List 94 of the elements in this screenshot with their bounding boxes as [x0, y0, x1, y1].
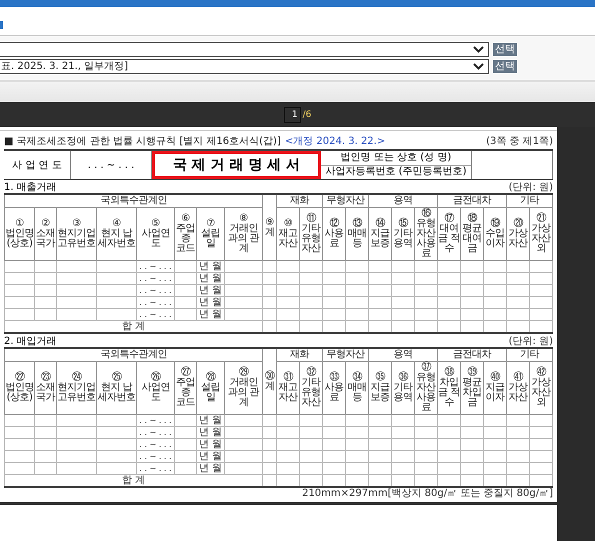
column-header: ④ 현지 납세자번호 [96, 208, 136, 260]
column-group-header: 용역 [368, 348, 438, 362]
table-cell: . . ~ . . . [136, 426, 174, 438]
column-header: ⑱ 평균 대여금 [460, 208, 484, 260]
page-total: /6 [302, 110, 312, 120]
table-cell: 년 월 [196, 308, 224, 320]
column-header: ㉚ 계 [262, 348, 276, 414]
column-group-header: 금전대차 [438, 194, 506, 208]
table-cell: . . ~ . . . [136, 296, 174, 308]
total-label: 합 계 [4, 320, 262, 333]
column-header: ㊶ 가상 자산 [506, 362, 530, 414]
table-cell: . . ~ . . . [136, 272, 174, 284]
table-cell: 년 월 [196, 414, 224, 426]
field-label: 법인명 또는 상호 (성 명) [340, 151, 452, 164]
column-header: ㉒ 법인명 (상호) [4, 362, 34, 414]
column-header: ⑰ 대여금 적수 [438, 208, 460, 260]
section-title: 1. 매출거래 [4, 182, 57, 193]
dropdown-field[interactable] [0, 42, 489, 57]
table-cell: . . ~ . . . [136, 284, 174, 296]
amendment-date: <개정 2024. 3. 22.> [284, 136, 386, 147]
table-cell: 년 월 [196, 260, 224, 272]
column-header: ⑭ 지급 보증 [368, 208, 392, 260]
column-header: ⑨ 계 [262, 194, 276, 260]
unit-label: (단위: 원) [508, 336, 553, 347]
column-header: ⑩ 재고 자산 [276, 208, 300, 260]
page-number-field[interactable]: 1 [284, 106, 301, 122]
column-header: ㉕ 현지 납세자번호 [96, 362, 136, 414]
column-header: ⑦ 설립일 [196, 208, 224, 260]
table-cell: . . ~ . . . [136, 260, 174, 272]
column-header: ㉞ 매매 등 [346, 362, 368, 414]
column-group-header: 용역 [368, 194, 438, 208]
column-header: ⑬ 매매 등 [346, 208, 368, 260]
column-group-header: 국외특수관계인 [4, 348, 262, 362]
column-header: ㉘ 설립일 [196, 362, 224, 414]
column-header: ㊳ 차입금 적수 [438, 362, 460, 414]
chevron-down-icon [473, 46, 484, 53]
column-header: ㊲ 유형 자산 사용료 [414, 362, 438, 414]
column-header: ⑲ 수입 이자 [484, 208, 506, 260]
column-header: ⑯ 유형 자산 사용료 [414, 208, 438, 260]
select-button[interactable]: 선택 [493, 43, 517, 56]
paper-size-note: 210mm×297mm[백상지 80g/㎡ 또는 중질지 80g/㎡] [301, 488, 553, 499]
table-cell: 년 월 [196, 450, 224, 462]
column-group-header: 기타 [506, 348, 552, 362]
column-group-header: 재화 [276, 194, 322, 208]
column-header: ③ 현지기업 고유번호 [56, 208, 96, 260]
field-label: 사업자등록번호 (주민등록번호) [321, 164, 471, 179]
column-header: ㊵ 지급 이자 [484, 362, 506, 414]
select-button[interactable]: 선택 [493, 60, 517, 73]
table-cell: 년 월 [196, 462, 224, 474]
table-cell: . . ~ . . . [136, 462, 174, 474]
column-group-header: 무형자산 [322, 194, 368, 208]
column-header: ㉜ 기타 유형 자산 [300, 362, 322, 414]
field-label: 사 업 연 도 [4, 151, 71, 179]
column-group-header: 무형자산 [322, 348, 368, 362]
column-header: ⑳ 가상 자산 [506, 208, 530, 260]
column-group-header: 금전대차 [438, 348, 506, 362]
column-header: ㉛ 재고 자산 [276, 362, 300, 414]
column-header: ㉓ 소재 국가 [34, 362, 56, 414]
column-header: ⑥ 주업종 코드 [174, 208, 196, 260]
column-header: ㉝ 사용료 [322, 362, 346, 414]
table-cell: 년 월 [196, 272, 224, 284]
column-header: ㊴ 평균 차입금 [460, 362, 484, 414]
column-header: ⑫ 사용료 [322, 208, 346, 260]
column-header: ㉔ 현지기업 고유번호 [56, 362, 96, 414]
column-header: ㉟ 지급 보증 [368, 362, 392, 414]
table-cell: . . ~ . . . [136, 414, 174, 426]
section-title: 2. 매입거래 [4, 336, 57, 347]
column-header: ㉗ 주업종 코드 [174, 362, 196, 414]
column-header: ㉖ 사업연도 [136, 362, 174, 414]
form-reference: ■ 국제조세조정에 관한 법률 시행규칙 [별지 제16호서식(갑)] [4, 136, 281, 147]
chevron-down-icon [473, 63, 484, 70]
table-cell: . . ~ . . . [136, 438, 174, 450]
column-header: ① 법인명 (상호) [4, 208, 34, 260]
column-header: ⑪ 기타 유형 자산 [300, 208, 322, 260]
column-header: ㉑ 가상 자산 외 [530, 208, 552, 260]
table-cell: 년 월 [196, 296, 224, 308]
table-cell: 년 월 [196, 438, 224, 450]
total-label: 합 계 [4, 474, 262, 487]
dropdown-field[interactable]: 표. 2025. 3. 21., 일부개정] [0, 59, 489, 74]
table-cell: 년 월 [196, 426, 224, 438]
column-header: ⑤ 사업연도 [136, 208, 174, 260]
column-group-header: 국외특수관계인 [4, 194, 262, 208]
table-cell: 년 월 [196, 284, 224, 296]
table-cell: . . ~ . . . [136, 308, 174, 320]
form-title: 국 제 거 래 명 세 서 [152, 151, 321, 179]
column-header: ⑮ 기타 용역 [392, 208, 414, 260]
unit-label: (단위: 원) [508, 182, 553, 193]
table-cell: . . ~ . . . [136, 450, 174, 462]
column-group-header: 재화 [276, 348, 322, 362]
column-header: ㊱ 기타 용역 [392, 362, 414, 414]
column-group-header: 기타 [506, 194, 552, 208]
column-header: ㊷ 가상 자산 외 [530, 362, 552, 414]
column-header: ② 소재 국가 [34, 208, 56, 260]
page-label: (3쪽 중 제1쪽) [486, 136, 553, 148]
